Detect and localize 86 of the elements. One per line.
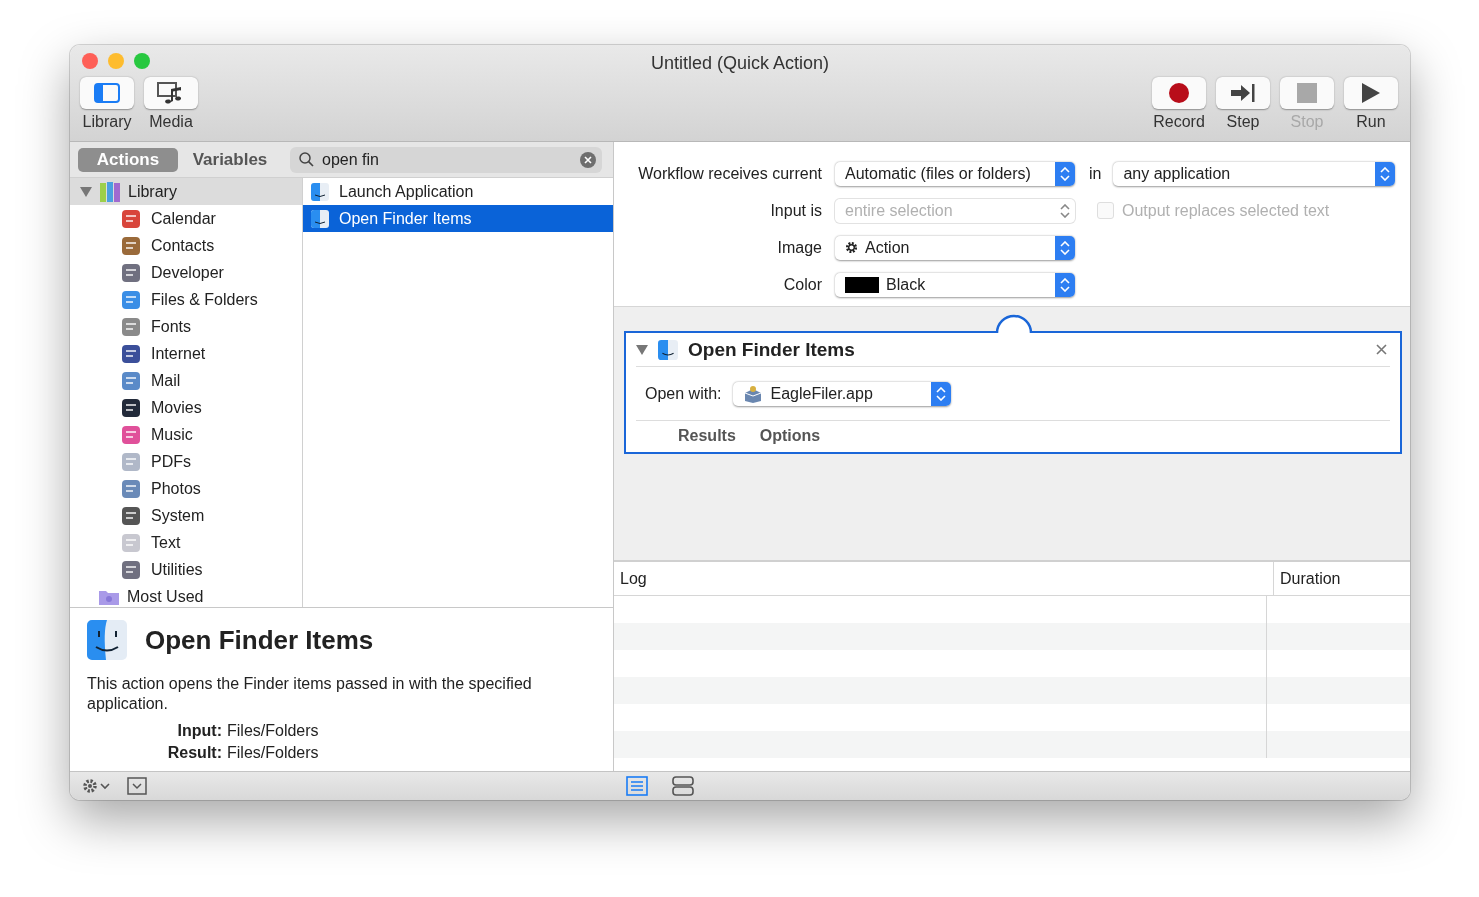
field-label: Workflow receives current xyxy=(637,164,822,183)
dropdown[interactable]: Action xyxy=(835,235,1075,260)
category-icon xyxy=(121,262,141,283)
result-label: Result: xyxy=(166,743,222,763)
disclosure-icon xyxy=(80,186,92,197)
field-label: in xyxy=(1089,164,1102,183)
search-field[interactable]: open fin xyxy=(290,146,602,173)
library-item[interactable]: PDFs xyxy=(70,448,302,475)
up-down-arrows-icon xyxy=(1060,203,1070,218)
library-item[interactable]: Photos xyxy=(70,475,302,502)
category-icon xyxy=(121,397,141,418)
library-item[interactable]: Files & Folders xyxy=(70,286,302,313)
category-icon xyxy=(121,451,141,472)
up-down-arrows-icon xyxy=(1060,240,1070,255)
library-item[interactable]: Movies xyxy=(70,394,302,421)
close-icon[interactable] xyxy=(1376,344,1387,355)
action-item[interactable]: Open Finder Items xyxy=(303,205,613,232)
sidebar-icon xyxy=(94,83,120,103)
up-down-arrows-icon xyxy=(1060,166,1070,181)
finder-icon xyxy=(311,182,329,201)
action-item[interactable]: Launch Application xyxy=(303,178,613,205)
finder-icon xyxy=(311,209,329,228)
gear-icon xyxy=(845,241,858,254)
split-view-icon[interactable] xyxy=(672,776,694,796)
result-value: Files/Folders xyxy=(227,743,320,763)
finder-icon xyxy=(87,620,127,660)
dropdown[interactable]: EagleFiler.app xyxy=(733,381,952,406)
library-item[interactable]: Fonts xyxy=(70,313,302,340)
category-icon xyxy=(121,316,141,337)
input-value: Files/Folders xyxy=(227,721,320,741)
column-header[interactable]: Duration xyxy=(1273,562,1410,595)
step-icon xyxy=(1230,83,1256,103)
clear-icon[interactable] xyxy=(580,151,596,168)
library-item[interactable]: Text xyxy=(70,529,302,556)
field-label: Open with: xyxy=(645,384,722,403)
category-icon xyxy=(121,478,141,499)
list-view-icon[interactable] xyxy=(626,776,648,796)
library-item[interactable]: Contacts xyxy=(70,232,302,259)
dropdown[interactable]: Automatic (files or folders) xyxy=(835,161,1075,186)
input-label: Input: xyxy=(176,721,222,741)
library-item[interactable]: Most Used xyxy=(70,583,302,607)
up-down-arrows-icon xyxy=(936,386,947,401)
card-tab[interactable]: Results xyxy=(666,421,748,451)
collapse-icon[interactable] xyxy=(127,777,147,795)
up-down-arrows-icon xyxy=(1060,277,1070,292)
stop-icon xyxy=(1297,83,1317,103)
app-icon xyxy=(743,384,764,403)
field-label: Image xyxy=(776,238,822,257)
category-icon xyxy=(121,505,141,526)
library-item[interactable]: Mail xyxy=(70,367,302,394)
library-item[interactable]: Developer xyxy=(70,259,302,286)
search-icon xyxy=(299,152,314,167)
category-icon xyxy=(121,424,141,445)
library-item[interactable]: Utilities xyxy=(70,556,302,583)
field-label: Color xyxy=(782,275,822,294)
action-card-title: Open Finder Items xyxy=(688,338,856,361)
library-item[interactable]: Calendar xyxy=(70,205,302,232)
field-label: Input is xyxy=(769,201,822,220)
up-down-arrows-icon xyxy=(1380,166,1391,181)
checkbox-label: Output replaces selected text xyxy=(1122,201,1330,220)
library-item[interactable]: System xyxy=(70,502,302,529)
category-icon xyxy=(121,208,141,229)
dropdown[interactable]: any application xyxy=(1113,161,1396,186)
category-icon xyxy=(121,343,141,364)
category-icon xyxy=(121,370,141,391)
finder-icon xyxy=(658,339,678,360)
play-icon xyxy=(1362,83,1380,103)
category-icon xyxy=(121,532,141,553)
action-description: This action opens the Finder items passed in with the specified application. xyxy=(87,674,533,714)
category-icon xyxy=(121,559,141,580)
dropdown[interactable]: Black xyxy=(835,272,1075,297)
tab[interactable]: Variables xyxy=(180,147,280,172)
card-tab[interactable]: Options xyxy=(747,421,833,451)
library-row[interactable]: Library xyxy=(70,178,302,205)
library-item[interactable]: Music xyxy=(70,421,302,448)
disclosure-icon[interactable] xyxy=(636,344,648,355)
books-icon xyxy=(99,180,121,203)
column-header[interactable]: Log xyxy=(614,569,1273,588)
gear-menu-icon[interactable] xyxy=(82,778,112,794)
record-icon xyxy=(1168,82,1190,104)
category-icon xyxy=(121,289,141,310)
library-item[interactable]: Internet xyxy=(70,340,302,367)
close-button[interactable] xyxy=(82,53,98,69)
category-icon xyxy=(121,235,141,256)
window-title: Untitled (Quick Action) xyxy=(650,51,830,74)
action-title: Open Finder Items xyxy=(145,624,374,656)
